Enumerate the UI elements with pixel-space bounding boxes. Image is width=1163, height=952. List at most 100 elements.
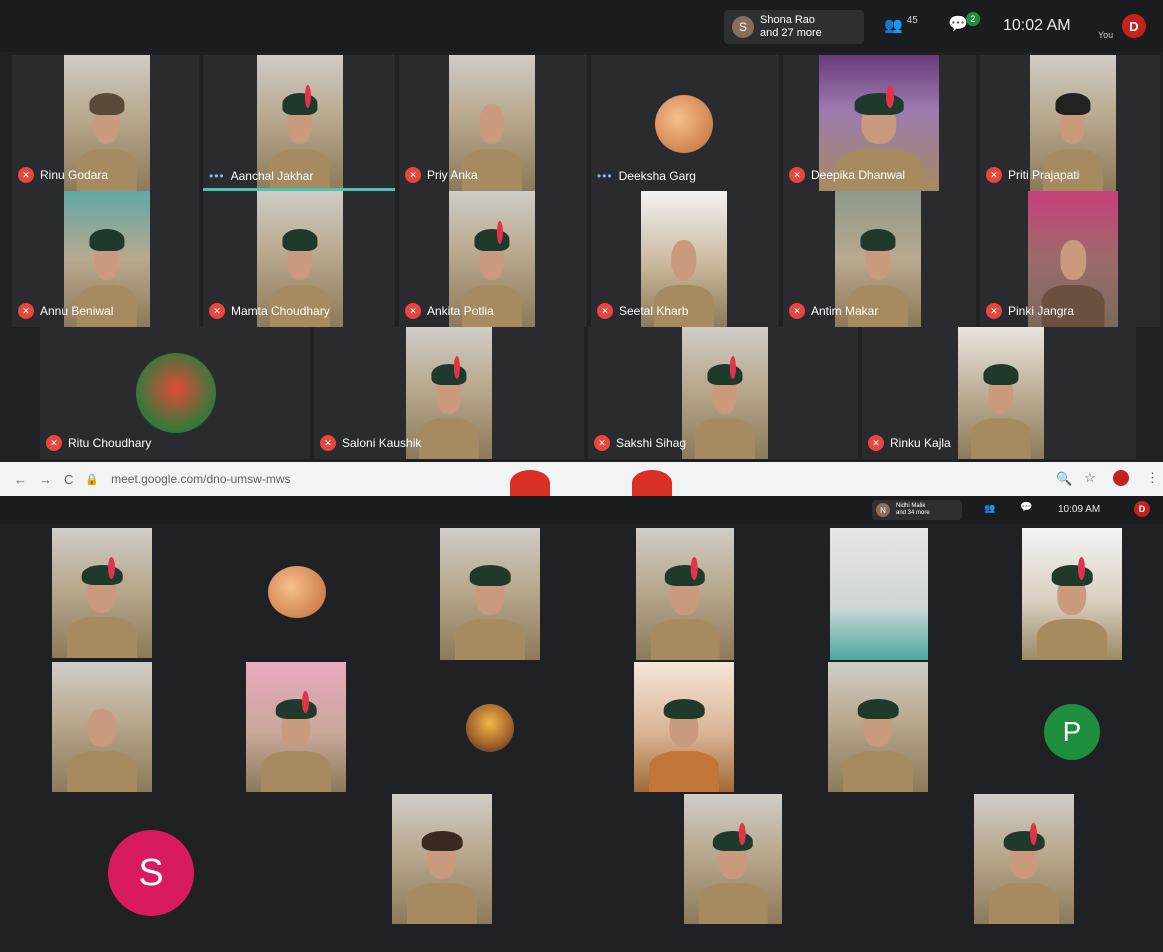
- star-icon[interactable]: ☆: [1084, 470, 1096, 486]
- participant-name: Ritu Choudhary: [68, 436, 152, 450]
- participant-tile[interactable]: ✕ Saloni Kaushik: [314, 327, 584, 459]
- tile-label: ✕ Sakshi Sihag: [594, 435, 686, 451]
- video-feed[interactable]: [52, 528, 152, 658]
- video-feed[interactable]: [684, 794, 782, 924]
- participant-tile[interactable]: ✕ Sakshi Sihag: [588, 327, 858, 459]
- profile-image[interactable]: [268, 566, 326, 618]
- chat-button[interactable]: 💬 2: [948, 12, 980, 34]
- mic-off-icon: ✕: [18, 167, 34, 183]
- video-feed[interactable]: [392, 794, 492, 924]
- speaking-dots-icon: •••: [597, 169, 613, 183]
- participant-name: Saloni Kaushik: [342, 436, 422, 450]
- participant-tile[interactable]: ✕ Rinku Kajla: [862, 327, 1136, 459]
- participant-tile[interactable]: ✕ Priti Prajapati: [980, 55, 1160, 191]
- video-feed[interactable]: [440, 528, 540, 660]
- profile-icon[interactable]: [1113, 470, 1129, 486]
- self-avatar[interactable]: D: [1122, 14, 1146, 38]
- participant-tile[interactable]: ✕ Antim Makar: [783, 191, 976, 327]
- participant-name: Priti Prajapati: [1008, 168, 1080, 182]
- back-icon[interactable]: ←: [14, 472, 27, 487]
- tile-label: ••• Deeksha Garg: [597, 169, 696, 183]
- meet-screen-2: N Nidhi Malik and 34 more 👥 💬 10:09 AM D…: [0, 496, 1163, 952]
- people-icon: 👥: [884, 17, 903, 34]
- participants-more: and 27 more: [760, 27, 822, 39]
- video-feed[interactable]: [830, 528, 928, 660]
- menu-icon[interactable]: ⋮: [1146, 470, 1159, 486]
- people-button[interactable]: 👥 45: [884, 14, 918, 35]
- participant-avatar[interactable]: P: [1044, 704, 1100, 760]
- participant-name: Seetal Kharb: [619, 304, 689, 318]
- participants-chip[interactable]: S Shona Rao and 27 more: [724, 10, 864, 44]
- video-feed[interactable]: [974, 794, 1074, 924]
- mic-off-icon: ✕: [594, 435, 610, 451]
- mic-off-icon: ✕: [320, 435, 336, 451]
- participant-tile[interactable]: ✕ Pinki Jangra: [980, 191, 1160, 327]
- participant-tile[interactable]: ✕ Annu Beniwal: [12, 191, 199, 327]
- profile-image: [136, 353, 216, 433]
- tile-label: ✕ Ankita Potlia: [405, 303, 494, 319]
- participant-avatar[interactable]: S: [108, 830, 194, 916]
- mic-off-icon: ✕: [986, 303, 1002, 319]
- mic-off-icon: ✕: [405, 167, 421, 183]
- participants-more: and 34 more: [896, 510, 930, 516]
- participant-name: Priy Anka: [427, 168, 478, 182]
- video-feed[interactable]: [52, 662, 152, 792]
- self-avatar[interactable]: D: [1134, 501, 1150, 517]
- participant-name: Deeksha Garg: [618, 169, 696, 183]
- participant-tile[interactable]: ✕ Mamta Choudhary: [203, 191, 395, 327]
- tile-label: ✕ Ritu Choudhary: [46, 435, 151, 451]
- participant-tile[interactable]: ✕ Priy Anka: [399, 55, 587, 191]
- participant-name: Nidhi Malik: [896, 503, 926, 509]
- profile-image[interactable]: [466, 704, 514, 752]
- meet-screen-1: S Shona Rao and 27 more 👥 45 💬 2 10:02 A…: [0, 0, 1163, 462]
- tile-label: ✕ Priy Anka: [405, 167, 478, 183]
- participant-name: Antim Makar: [811, 304, 879, 318]
- chat-badge: 2: [965, 12, 980, 26]
- participant-tile[interactable]: ✕ Ritu Choudhary: [40, 327, 310, 459]
- people-icon[interactable]: 👥: [984, 503, 995, 514]
- tile-label: ✕ Seetal Kharb: [597, 303, 688, 319]
- zoom-icon[interactable]: 🔍: [1056, 471, 1072, 487]
- participant-tile[interactable]: ✕ Rinu Godara: [12, 55, 199, 191]
- reload-icon[interactable]: C: [64, 472, 73, 487]
- chat-icon[interactable]: 💬: [1020, 502, 1032, 513]
- people-count: 45: [906, 14, 918, 26]
- participant-tile[interactable]: ✕ Deepika Dhanwal: [783, 55, 976, 191]
- participant-tile[interactable]: ✕ Ankita Potlia: [399, 191, 587, 327]
- top-bar: N Nidhi Malik and 34 more 👥 💬 10:09 AM D: [0, 496, 1163, 524]
- participant-avatar: S: [732, 16, 754, 38]
- browser-toolbar: ← → C 🔒 meet.google.com/dno-umsw-mws 🔍 ☆…: [0, 462, 1163, 496]
- video-feed[interactable]: [634, 662, 734, 792]
- end-call-fragment: [632, 470, 672, 496]
- participant-tile[interactable]: ••• Deeksha Garg: [591, 55, 779, 191]
- video-feed[interactable]: [828, 662, 928, 792]
- mic-off-icon: ✕: [209, 303, 225, 319]
- top-bar: S Shona Rao and 27 more 👥 45 💬 2 10:02 A…: [0, 0, 1163, 52]
- lock-icon: 🔒: [85, 473, 100, 486]
- video-feed: [682, 327, 768, 459]
- participant-tile[interactable]: ✕ Seetal Kharb: [591, 191, 779, 327]
- mic-off-icon: ✕: [868, 435, 884, 451]
- participant-name: Rinku Kajla: [890, 436, 951, 450]
- tile-label: ✕ Mamta Choudhary: [209, 303, 330, 319]
- video-feed[interactable]: [246, 662, 346, 792]
- address-bar[interactable]: meet.google.com/dno-umsw-mws: [111, 472, 290, 486]
- video-feed: [958, 327, 1044, 459]
- video-feed[interactable]: [1022, 528, 1122, 660]
- tile-label: ✕ Saloni Kaushik: [320, 435, 421, 451]
- mic-off-icon: ✕: [405, 303, 421, 319]
- tile-label: ✕ Rinku Kajla: [868, 435, 951, 451]
- tile-label: ✕ Deepika Dhanwal: [789, 167, 905, 183]
- participant-avatar: N: [876, 503, 890, 517]
- mic-off-icon: ✕: [986, 167, 1002, 183]
- participant-name: Shona Rao: [760, 14, 816, 26]
- video-feed[interactable]: [636, 528, 734, 660]
- clock: 10:02 AM: [1003, 17, 1071, 34]
- mic-off-icon: ✕: [46, 435, 62, 451]
- forward-icon[interactable]: →: [39, 472, 52, 487]
- mic-off-icon: ✕: [789, 167, 805, 183]
- mic-off-icon: ✕: [18, 303, 34, 319]
- participants-chip[interactable]: N Nidhi Malik and 34 more: [872, 500, 962, 520]
- participant-tile[interactable]: ••• Aanchal Jakhar: [203, 55, 395, 191]
- tile-label: ✕ Pinki Jangra: [986, 303, 1074, 319]
